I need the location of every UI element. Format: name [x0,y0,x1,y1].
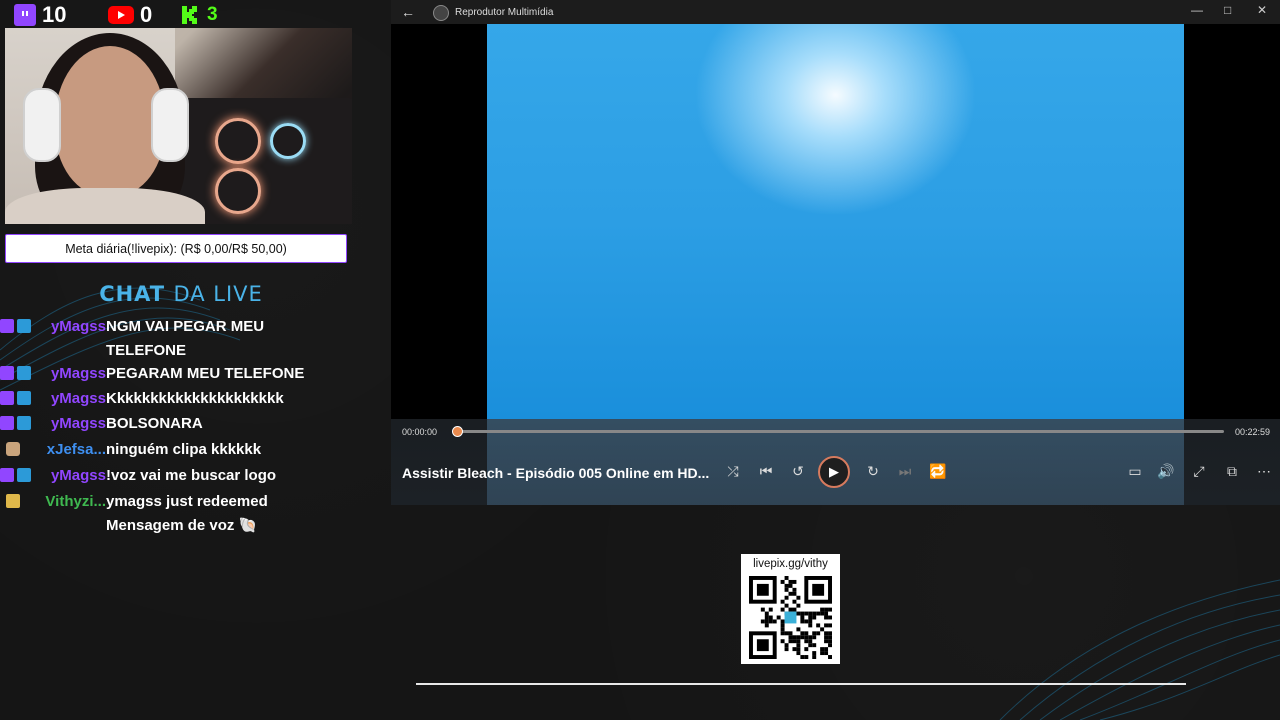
prime-badge-icon [17,319,31,333]
twitch-stat: 10 [14,2,66,28]
chat-username: yMagss [50,365,106,382]
miniplayer-icon[interactable]: ▭ [1125,463,1145,480]
minimize-icon[interactable]: — [1191,3,1203,17]
chat-username: yMagss [50,415,106,432]
video-frame[interactable] [487,24,1184,419]
next-icon[interactable]: ⏭ [895,463,915,480]
window-titlebar: ← Reprodutor Multimídia — □ ✕ [391,0,1280,24]
chat-text: NGM VAI PEGAR MEU TELEFONE [106,318,265,359]
twitch-badge-icon [0,366,14,380]
twitch-badge-icon [0,416,14,430]
media-title: Assistir Bleach - Episódio 005 Online em… [402,465,710,481]
back-arrow-icon[interactable]: ← [401,4,415,20]
more-icon[interactable]: ⋯ [1254,463,1274,480]
play-button[interactable]: ▶ [818,456,850,488]
volume-icon[interactable]: 🔊 [1156,463,1176,480]
chat-title: CHAT DA LIVE [0,282,362,306]
crown-badge-icon [6,494,20,508]
twitch-icon [14,4,36,26]
window-title: Reprodutor Multimídia [455,7,554,18]
rewind-10-icon[interactable]: ↺ [788,463,808,480]
media-player-window: ← Reprodutor Multimídia — □ ✕ 00:00:00 0… [391,0,1280,505]
chat-text: !voz vai me buscar logo [106,467,277,484]
twitch-badge-icon [0,468,14,482]
youtube-stat: 0 [108,2,152,28]
webcam-feed [5,28,352,224]
prime-badge-icon [17,391,31,405]
play-icon: ▶ [829,464,839,479]
divider-line [416,683,1186,685]
current-time: 00:00:00 [402,427,438,437]
youtube-icon [108,6,134,24]
kick-stat: 3 [179,4,218,26]
donation-goal-text: Meta diária(!livepix): (R$ 0,00/R$ 50,00… [65,241,287,256]
playback-controls: 00:00:00 00:22:59 Assistir Bleach - Epis… [391,419,1280,505]
prime-badge-icon [17,468,31,482]
qr-label: livepix.gg/vithy [753,558,828,570]
streamer-face [55,46,165,196]
chat-text: ymagss just redeemed Mensagem de voz 🐚 [106,493,268,534]
chat-username: xJefsa... [46,441,106,458]
chat-text: ninguém clipa kkkkkk [106,441,262,458]
donation-goal: Meta diária(!livepix): (R$ 0,00/R$ 50,00… [5,234,347,263]
chat-username: Vithyzi... [45,493,106,510]
chat-text: BOLSONARA [106,415,203,432]
twitch-badge-icon [0,319,14,333]
shuffle-icon[interactable]: ⤮ [723,463,743,480]
cast-icon[interactable]: ⧉ [1222,463,1242,480]
seek-knob[interactable] [452,426,463,437]
twitch-badge-icon [0,391,14,405]
bear-badge-icon [6,442,20,456]
twitch-count: 10 [42,2,67,27]
youtube-count: 0 [140,2,153,27]
qr-code [749,576,832,659]
chat-title-part2: DA LIVE [173,282,263,306]
repeat-icon[interactable]: 🔁 [928,463,948,480]
chat-list: yMagss NGM VAI PEGAR MEU TELEFONE yMagss… [0,316,370,546]
maximize-icon[interactable]: □ [1224,3,1231,17]
chat-text: PEGARAM MEU TELEFONE [106,365,305,382]
chat-username: yMagss [50,467,106,484]
kick-icon [179,4,201,26]
seek-bar[interactable] [452,426,1224,437]
total-time: 00:22:59 [1235,427,1271,437]
previous-icon[interactable]: ⏮ [756,463,776,480]
livepix-qr-card: livepix.gg/vithy [741,554,840,664]
fullscreen-icon[interactable]: ⤢ [1189,463,1209,480]
chat-title-part1: CHAT [99,282,166,306]
chat-username: yMagss [50,318,106,335]
prime-badge-icon [17,416,31,430]
close-icon[interactable]: ✕ [1257,3,1267,17]
media-player-app-icon [433,5,449,21]
chat-username: yMagss [50,390,106,407]
prime-badge-icon [17,366,31,380]
chat-text: Kkkkkkkkkkkkkkkkkkkkk [106,390,284,407]
headphone [23,88,61,162]
forward-30-icon[interactable]: ↻ [863,463,883,480]
kick-count: 3 [207,4,218,25]
